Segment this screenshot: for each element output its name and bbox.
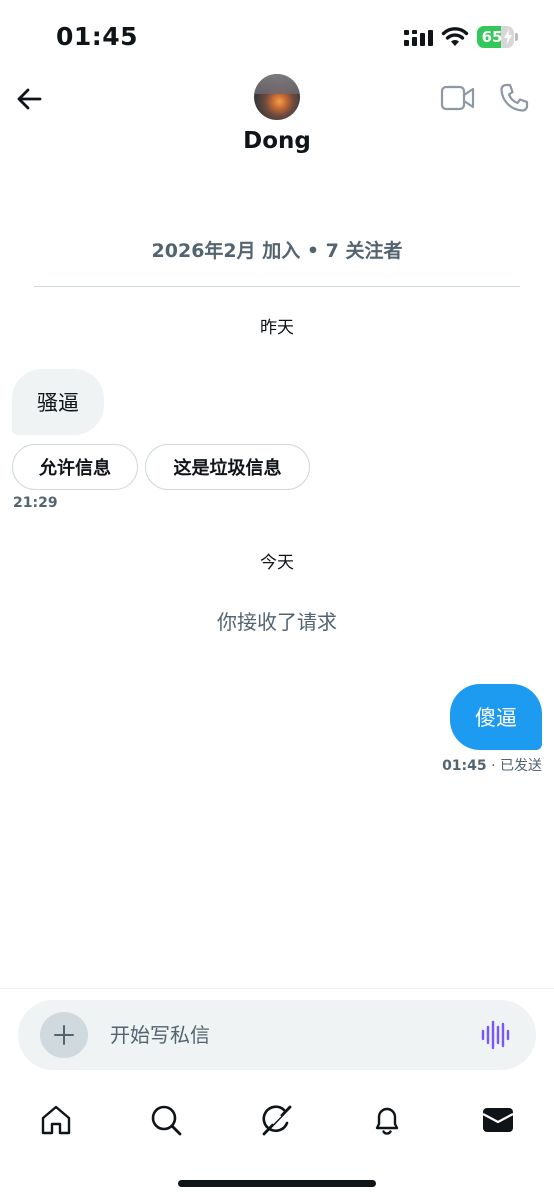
nav-notifications[interactable] — [367, 1100, 407, 1140]
nav-messages[interactable] — [478, 1100, 518, 1140]
avatar[interactable] — [254, 74, 300, 120]
nav-home[interactable] — [36, 1100, 76, 1140]
home-icon — [41, 1105, 71, 1135]
outgoing-message-meta: 01:45 · 已发送 — [442, 755, 542, 775]
divider — [34, 286, 520, 287]
messages-icon — [482, 1108, 514, 1132]
incoming-message-time: 21:29 — [13, 495, 58, 511]
outgoing-message-status: · 已发送 — [491, 758, 542, 774]
status-bar: 01:45 65 — [0, 0, 554, 70]
video-call-icon — [440, 85, 475, 111]
date-separator-today: 今天 — [260, 553, 294, 573]
search-icon — [151, 1105, 182, 1136]
wifi-icon — [441, 27, 469, 46]
battery-icon: 65 — [477, 26, 518, 48]
date-separator-yesterday: 昨天 — [260, 318, 294, 338]
profile-meta: 2026年2月 加入 • 7 关注者 — [151, 240, 403, 262]
phone-call-button[interactable] — [498, 82, 530, 114]
nav-grok[interactable] — [257, 1100, 297, 1140]
nav-search[interactable] — [146, 1100, 186, 1140]
voice-waveform-icon — [481, 1020, 510, 1050]
bottom-nav — [0, 1090, 554, 1150]
video-call-button[interactable] — [440, 84, 476, 112]
battery-body: 65 — [477, 26, 514, 48]
voice-message-button[interactable] — [478, 1018, 512, 1052]
accept-message-button[interactable]: 允许信息 — [12, 444, 138, 490]
signal-icon — [404, 30, 433, 46]
notifications-icon — [375, 1107, 399, 1135]
incoming-message-bubble[interactable]: 骚逼 — [12, 369, 104, 435]
battery-level: 65 — [481, 28, 503, 46]
report-spam-button[interactable]: 这是垃圾信息 — [145, 444, 310, 490]
phone-icon — [500, 83, 529, 112]
add-attachment-button[interactable] — [40, 1012, 88, 1058]
back-arrow-icon — [17, 88, 42, 110]
message-input[interactable] — [110, 1020, 450, 1050]
status-time: 01:45 — [56, 22, 139, 51]
composer-divider — [0, 988, 554, 989]
outgoing-message-bubble[interactable]: 傻逼 — [450, 684, 542, 750]
request-accepted-note: 你接收了请求 — [217, 610, 337, 634]
home-indicator — [178, 1180, 376, 1187]
contact-name[interactable]: Dong — [177, 128, 377, 154]
avatar-sky — [254, 74, 300, 94]
grok-icon — [262, 1105, 292, 1136]
outgoing-message-time: 01:45 — [442, 758, 487, 774]
message-composer — [18, 1000, 536, 1070]
plus-icon — [54, 1025, 74, 1045]
battery-cap — [515, 33, 518, 41]
charging-bolt-icon — [504, 29, 512, 45]
back-button[interactable] — [12, 82, 46, 116]
